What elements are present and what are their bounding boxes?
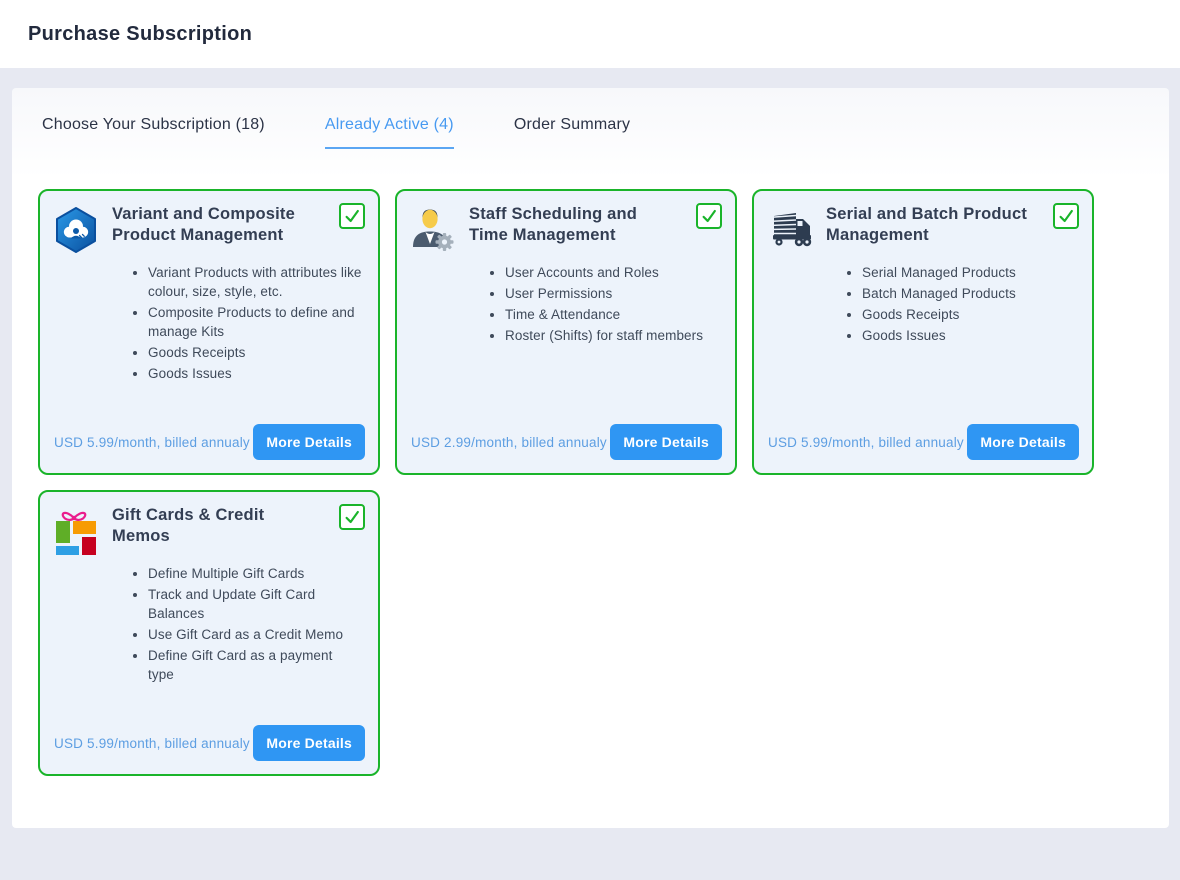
more-details-button[interactable]: More Details [610, 424, 722, 460]
check-icon [1057, 207, 1075, 225]
price-row: USD 5.99/month, billed annualy More Deta… [768, 424, 1079, 460]
price-label: USD 2.99/month, billed annualy [411, 435, 607, 450]
feature-item: Goods Issues [148, 364, 366, 383]
check-icon [343, 508, 361, 526]
staff-scheduling-icon [409, 206, 457, 254]
tab-order-summary[interactable]: Order Summary [514, 116, 630, 149]
feature-item: Roster (Shifts) for staff members [505, 326, 723, 345]
feature-item: Define Gift Card as a payment type [148, 646, 366, 684]
active-checkbox[interactable] [339, 203, 365, 229]
feature-item: User Permissions [505, 284, 723, 303]
check-icon [343, 207, 361, 225]
subscription-card-serial-batch: Serial and Batch Product Management Seri… [752, 189, 1094, 475]
gift-cards-icon [52, 507, 100, 555]
card-title: Serial and Batch Product Management [826, 204, 1034, 246]
feature-item: Define Multiple Gift Cards [148, 564, 366, 583]
page-title: Purchase Subscription [28, 23, 252, 46]
active-subscriptions-grid: Variant and Composite Product Management… [38, 189, 1144, 776]
price-label: USD 5.99/month, billed annualy [54, 435, 250, 450]
feature-list: User Accounts and Roles User Permissions… [409, 263, 723, 345]
feature-item: Track and Update Gift Card Balances [148, 585, 366, 623]
top-bar: Purchase Subscription [0, 0, 1180, 68]
more-details-button[interactable]: More Details [967, 424, 1079, 460]
subscription-panel: Choose Your Subscription (18) Already Ac… [12, 88, 1169, 828]
serial-batch-truck-icon [766, 206, 814, 254]
feature-item: Goods Receipts [862, 305, 1080, 324]
tabs: Choose Your Subscription (18) Already Ac… [12, 88, 1169, 149]
feature-list: Serial Managed Products Batch Managed Pr… [766, 263, 1080, 345]
active-checkbox[interactable] [696, 203, 722, 229]
feature-list: Variant Products with attributes like co… [52, 263, 366, 383]
feature-item: Goods Issues [862, 326, 1080, 345]
feature-list: Define Multiple Gift Cards Track and Upd… [52, 564, 366, 684]
feature-item: Batch Managed Products [862, 284, 1080, 303]
subscription-card-gift-cards: Gift Cards & Credit Memos Define Multipl… [38, 490, 380, 776]
feature-item: Goods Receipts [148, 343, 366, 362]
card-title: Variant and Composite Product Management [112, 204, 320, 246]
price-row: USD 5.99/month, billed annualy More Deta… [54, 424, 365, 460]
feature-item: Serial Managed Products [862, 263, 1080, 282]
card-title: Gift Cards & Credit Memos [112, 505, 320, 547]
check-icon [700, 207, 718, 225]
feature-item: Variant Products with attributes like co… [148, 263, 366, 301]
price-row: USD 2.99/month, billed annualy More Deta… [411, 424, 722, 460]
variant-composite-product-icon [52, 206, 100, 254]
tab-already-active[interactable]: Already Active (4) [325, 116, 454, 149]
price-row: USD 5.99/month, billed annualy More Deta… [54, 725, 365, 761]
card-head: Gift Cards & Credit Memos [52, 505, 366, 555]
feature-item: Use Gift Card as a Credit Memo [148, 625, 366, 644]
feature-item: Composite Products to define and manage … [148, 303, 366, 341]
tab-choose-your-subscription[interactable]: Choose Your Subscription (18) [42, 116, 265, 149]
price-label: USD 5.99/month, billed annualy [54, 736, 250, 751]
feature-item: User Accounts and Roles [505, 263, 723, 282]
feature-item: Time & Attendance [505, 305, 723, 324]
active-checkbox[interactable] [339, 504, 365, 530]
more-details-button[interactable]: More Details [253, 424, 365, 460]
price-label: USD 5.99/month, billed annualy [768, 435, 964, 450]
subscription-card-staff-scheduling: Staff Scheduling and Time Management Use… [395, 189, 737, 475]
card-head: Serial and Batch Product Management [766, 204, 1080, 254]
more-details-button[interactable]: More Details [253, 725, 365, 761]
card-head: Staff Scheduling and Time Management [409, 204, 723, 254]
card-title: Staff Scheduling and Time Management [469, 204, 677, 246]
active-checkbox[interactable] [1053, 203, 1079, 229]
card-head: Variant and Composite Product Management [52, 204, 366, 254]
subscription-card-variant-composite: Variant and Composite Product Management… [38, 189, 380, 475]
